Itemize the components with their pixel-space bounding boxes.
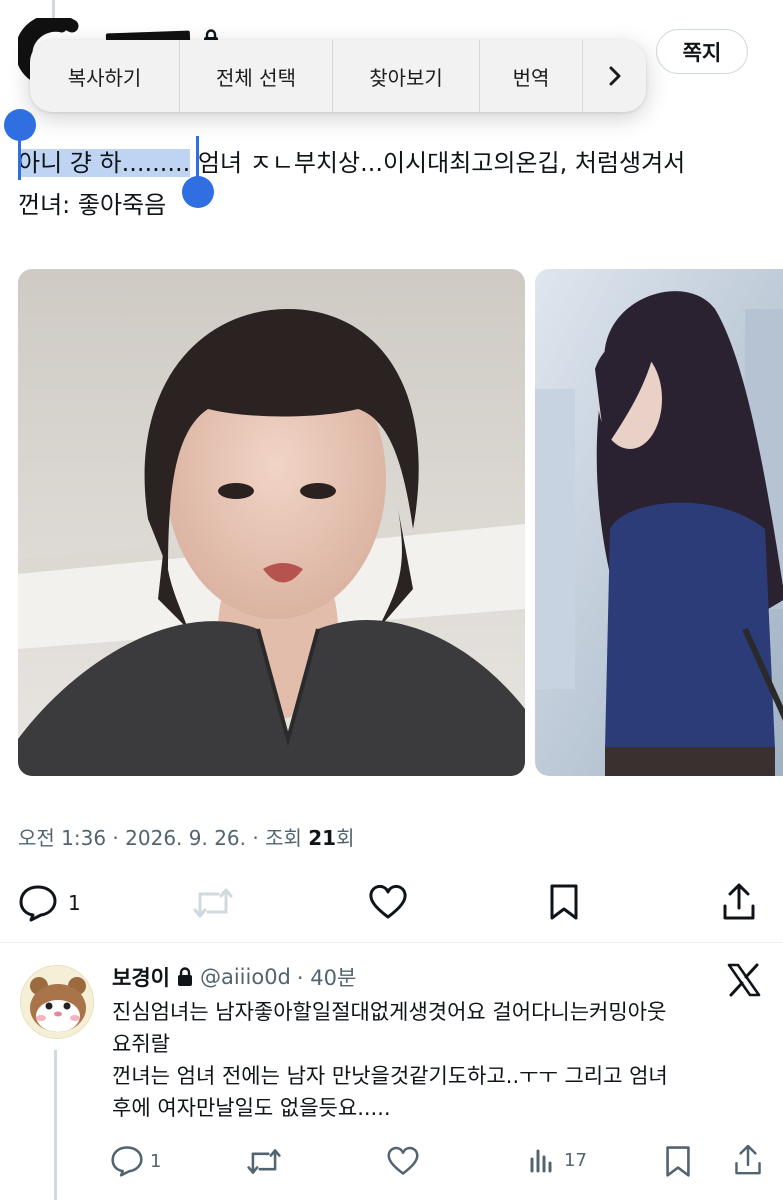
retweet-button[interactable]	[192, 886, 234, 920]
tweet-text[interactable]: 아니 걍 하......... 엄녀 ㅈㄴ부치상...이시대최고의온깁, 처럼생…	[18, 142, 778, 226]
view-count-suffix: 회	[336, 826, 355, 850]
thread-line	[54, 1050, 57, 1200]
reply-retweet-button[interactable]	[246, 1147, 282, 1176]
reply-text-line: 요쥐랄	[112, 1032, 170, 1056]
reply-time: · 40분	[296, 966, 357, 990]
view-count: 21	[308, 826, 337, 850]
reply-header: 보경이 @aiiio0d · 40분	[112, 962, 356, 992]
reply-text-line: 껀녀는 엄녀 전에는 남자 만낫을것같기도하고..ㅜㅜ 그리고 엄녀	[112, 1064, 668, 1088]
share-icon	[735, 1144, 761, 1175]
heart-icon	[387, 1146, 419, 1175]
selection-start-handle[interactable]	[4, 109, 36, 141]
bookmark-button[interactable]	[548, 883, 580, 921]
dm-button[interactable]: 쪽지	[656, 29, 748, 74]
menu-more-button[interactable]	[583, 40, 646, 112]
text-context-menu: 복사하기 전체 선택 찾아보기 번역	[30, 40, 646, 112]
retweet-icon	[247, 1149, 281, 1174]
reply-text-line: 후에 여자만날일도 없을듯요.....	[112, 1096, 391, 1120]
menu-item-copy[interactable]: 복사하기	[30, 40, 180, 112]
tweet-timestamp: 오전 1:36 · 2026. 9. 26. · 조회	[18, 826, 309, 850]
reply-text-line: 진심엄녀는 남자좋아할일절대없게생겻어요 걸어다니는커밍아웃	[112, 1000, 667, 1024]
reply-view-count: 17	[564, 1149, 587, 1171]
chevron-right-icon	[609, 66, 620, 86]
selected-text[interactable]: 아니 걍 하.........	[18, 149, 191, 177]
reply-button[interactable]: 1	[18, 884, 81, 922]
selection-end-caret	[196, 136, 199, 180]
photo-portrait-long-hair	[535, 269, 783, 776]
tweet-photo-1[interactable]	[18, 269, 525, 776]
x-logo-icon	[727, 963, 761, 997]
reply-reply-count: 1	[150, 1150, 162, 1172]
reply-text: 진심엄녀는 남자좋아할일절대없게생겻어요 걸어다니는커밍아웃 요쥐랄 껀녀는 엄…	[112, 996, 772, 1124]
reply-icon	[19, 885, 57, 922]
menu-item-translate[interactable]: 번역	[480, 40, 583, 112]
reply-handle[interactable]: @aiiio0d	[200, 965, 291, 989]
reply-author-name[interactable]: 보경이	[112, 962, 170, 992]
divider	[0, 942, 783, 943]
tweet-text-line2: 껀녀: 좋아죽음	[18, 191, 167, 219]
hamster-avatar-image	[21, 966, 93, 1038]
reply-avatar[interactable]	[20, 965, 94, 1039]
share-icon	[723, 883, 755, 920]
selection-start-caret	[18, 136, 21, 180]
like-button[interactable]	[368, 884, 408, 920]
lock-icon	[177, 967, 192, 986]
menu-item-select-all[interactable]: 전체 선택	[180, 40, 333, 112]
bookmark-icon	[550, 884, 578, 920]
share-button[interactable]	[722, 882, 756, 922]
reply-count: 1	[68, 891, 81, 915]
reply-like-button[interactable]	[386, 1146, 420, 1176]
bookmark-icon	[666, 1146, 690, 1177]
bar-chart-icon	[530, 1149, 552, 1173]
photo-portrait-short-hair	[18, 269, 525, 776]
selection-end-handle[interactable]	[182, 176, 214, 208]
reply-views-button[interactable]: 17	[528, 1147, 587, 1173]
menu-item-look-up[interactable]: 찾아보기	[333, 40, 480, 112]
retweet-icon	[193, 888, 233, 918]
heart-icon	[369, 884, 407, 919]
reply-bookmark-button[interactable]	[664, 1145, 692, 1178]
reply-icon	[111, 1146, 143, 1177]
reply-share-button[interactable]	[734, 1143, 762, 1177]
tweet-photo-2[interactable]	[535, 269, 783, 776]
reply-reply-button[interactable]: 1	[110, 1145, 161, 1177]
tweet-meta: 오전 1:36 · 2026. 9. 26. · 조회 21회	[18, 822, 354, 851]
tweet-text-line1: 엄녀 ㅈㄴ부치상...이시대최고의온깁, 처럼생겨서	[190, 149, 686, 177]
